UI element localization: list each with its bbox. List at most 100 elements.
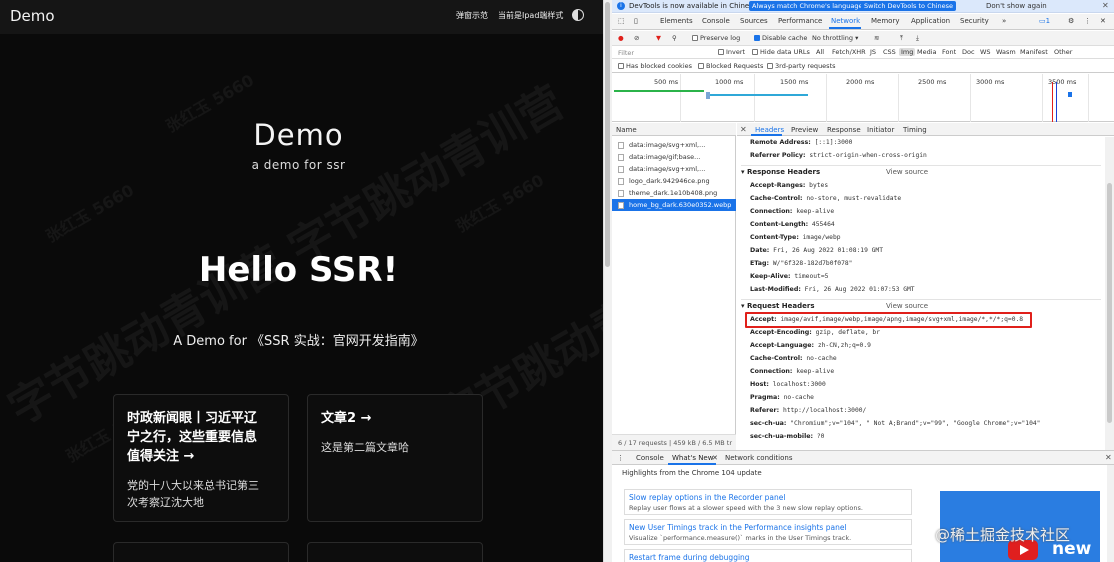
tab-memory[interactable]: Memory [871, 17, 899, 25]
third-party-checkbox[interactable]: 3rd-party requests [767, 62, 836, 70]
wifi-icon[interactable]: ≋ [874, 34, 879, 42]
list-item-selected[interactable]: home_bg_dark.630e0352.webp [612, 199, 736, 211]
filter-type-wasm[interactable]: Wasm [996, 48, 1016, 56]
drawer-tab-whats-new[interactable]: What's New [672, 454, 713, 462]
blocked-cookies-checkbox[interactable]: Has blocked cookies [618, 62, 692, 70]
preserve-log-checkbox[interactable]: Preserve log [692, 34, 740, 42]
list-item[interactable]: data:image/svg+xml,... [612, 139, 736, 151]
more-options-icon[interactable]: ⋮ [1084, 17, 1091, 25]
theme-toggle-icon[interactable] [572, 9, 584, 21]
article-card[interactable]: 时政新闻眼丨习近平辽 宁之行，这些重要信息 值得关注 → 党的十八大以来总书记第… [113, 394, 289, 522]
tab-console[interactable]: Console [702, 17, 730, 25]
import-icon[interactable]: ⤒ [900, 34, 903, 43]
site-logo[interactable]: Demo [10, 7, 55, 25]
notice-text: DevTools is now available in Chinese! [629, 2, 760, 10]
active-tab-indicator [751, 134, 782, 136]
more-tabs-icon[interactable]: » [1002, 17, 1006, 25]
filter-type-js[interactable]: JS [870, 48, 876, 56]
timeline-tick-label: 1500 ms [780, 78, 809, 86]
list-item[interactable]: data:image/gif;base... [612, 151, 736, 163]
hello-heading: Hello SSR! [198, 250, 399, 290]
network-timeline-overview[interactable]: 500 ms 1000 ms 1500 ms 2000 ms 2500 ms 3… [612, 74, 1114, 122]
nav-popup-demo-link[interactable]: 弹窗示范 [456, 10, 488, 21]
blocked-requests-checkbox[interactable]: Blocked Requests [698, 62, 763, 70]
article-card[interactable]: 文章2 → 这是第二篇文章哈 [307, 394, 483, 522]
issues-badge[interactable]: ▭1 [1039, 17, 1050, 25]
details-scrollbar-thumb[interactable] [1107, 183, 1112, 423]
filter-input[interactable]: Filter [618, 49, 634, 57]
tab-initiator[interactable]: Initiator [867, 126, 894, 134]
tab-performance[interactable]: Performance [778, 17, 822, 25]
dont-show-again-button[interactable]: Don't show again [986, 2, 1047, 10]
whats-new-desc: Visualize `performance.measure()` marks … [629, 534, 852, 542]
close-icon[interactable]: ✕ [740, 125, 747, 134]
always-match-language-button[interactable]: Always match Chrome's language [749, 1, 866, 11]
search-icon[interactable]: ⚲ [672, 34, 677, 42]
filter-icon[interactable]: ▼ [656, 34, 661, 42]
header-row: Cache-Control: no-cache [750, 355, 837, 362]
hero-title: Demo [253, 118, 344, 152]
close-icon[interactable]: ✕ [1102, 1, 1109, 10]
tab-headers[interactable]: Headers [755, 126, 784, 134]
list-item[interactable]: logo_dark.942946ce.png [612, 175, 736, 187]
drawer-scrollbar[interactable] [1107, 465, 1114, 562]
filter-type-all[interactable]: All [816, 48, 824, 56]
hide-data-urls-checkbox[interactable]: Hide data URLs [752, 48, 810, 56]
view-source-link[interactable]: View source [886, 302, 928, 310]
whats-new-item[interactable]: Slow replay options in the Recorder pane… [624, 489, 912, 515]
filter-type-img[interactable]: Img [899, 48, 916, 56]
response-headers-section[interactable]: ▾ Response Headers View source [741, 165, 1101, 177]
nav-ipad-style-link[interactable]: 当前是Ipad端样式 [498, 10, 563, 21]
card-title[interactable]: 文章2 → [321, 409, 371, 428]
whats-new-link[interactable]: Restart frame during debugging [629, 553, 750, 562]
tab-security[interactable]: Security [960, 17, 989, 25]
filter-type-other[interactable]: Other [1054, 48, 1072, 56]
drawer-tab-console[interactable]: Console [636, 454, 664, 462]
close-devtools-icon[interactable]: ✕ [1100, 17, 1106, 25]
export-icon[interactable]: ⤓ [916, 34, 919, 43]
whats-new-link[interactable]: Slow replay options in the Recorder pane… [629, 493, 785, 502]
tab-network[interactable]: Network [831, 17, 860, 25]
header-row: Accept-Language: zh-CN,zh;q=0.9 [750, 342, 871, 349]
invert-checkbox[interactable]: Invert [718, 48, 745, 56]
close-drawer-icon[interactable]: ✕ [1105, 453, 1112, 462]
filter-type-css[interactable]: CSS [883, 48, 896, 56]
filter-type-doc[interactable]: Doc [962, 48, 975, 56]
record-icon[interactable]: ● [618, 34, 624, 42]
article-card[interactable] [307, 542, 483, 562]
filter-type-ws[interactable]: WS [980, 48, 991, 56]
filter-type-fetch-xhr[interactable]: Fetch/XHR [832, 48, 866, 56]
file-icon [618, 166, 624, 173]
clear-icon[interactable]: ⊘ [634, 34, 639, 42]
throttling-select[interactable]: No throttling ▾ [812, 34, 858, 42]
article-card[interactable] [113, 542, 289, 562]
filter-type-font[interactable]: Font [942, 48, 956, 56]
corner-watermark: @稀土掘金技术社区 [935, 526, 1071, 544]
disable-cache-checkbox[interactable]: Disable cache [754, 34, 807, 42]
drawer-tab-network-conditions[interactable]: Network conditions [725, 454, 792, 462]
close-icon[interactable]: ✕ [712, 454, 718, 462]
whats-new-item[interactable]: New User Timings track in the Performanc… [624, 519, 912, 545]
tab-application[interactable]: Application [911, 17, 950, 25]
whats-new-item[interactable]: Restart frame during debugging [624, 549, 912, 562]
page-scrollbar-thumb[interactable] [605, 2, 610, 267]
whats-new-link[interactable]: New User Timings track in the Performanc… [629, 523, 847, 532]
settings-gear-icon[interactable]: ⚙ [1068, 17, 1074, 25]
card-title[interactable]: 时政新闻眼丨习近平辽 宁之行，这些重要信息 值得关注 → [127, 409, 257, 466]
tab-preview[interactable]: Preview [791, 126, 818, 134]
filter-type-manifest[interactable]: Manifest [1020, 48, 1048, 56]
tab-timing[interactable]: Timing [903, 126, 927, 134]
list-item[interactable]: theme_dark.1e10b408.png [612, 187, 736, 199]
switch-to-chinese-button[interactable]: Switch DevTools to Chinese [861, 1, 957, 11]
inspect-icon[interactable]: ⬚ [618, 17, 625, 25]
list-item[interactable]: data:image/svg+xml,... [612, 163, 736, 175]
more-icon[interactable]: ⋮ [617, 454, 624, 462]
name-column-header[interactable]: Name [612, 123, 736, 136]
tab-sources[interactable]: Sources [740, 17, 768, 25]
filter-type-media[interactable]: Media [917, 48, 937, 56]
tab-elements[interactable]: Elements [660, 17, 693, 25]
view-source-link[interactable]: View source [886, 168, 928, 176]
request-headers-section[interactable]: ▾ Request Headers View source [741, 299, 1101, 311]
device-toggle-icon[interactable]: ▯ [634, 17, 638, 25]
tab-response[interactable]: Response [827, 126, 861, 134]
